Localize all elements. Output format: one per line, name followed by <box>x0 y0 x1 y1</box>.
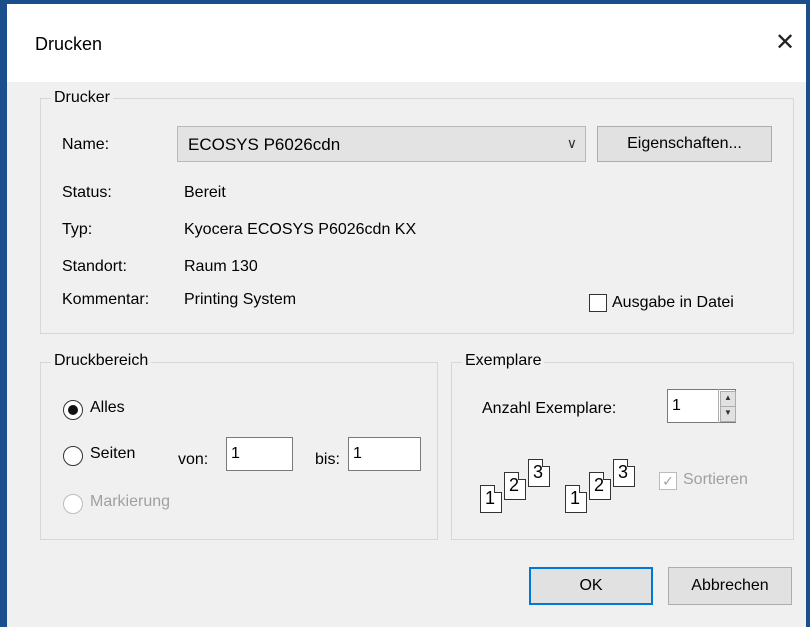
collate-page-icon: 2 <box>589 472 611 500</box>
window-frame-left <box>0 0 7 627</box>
spin-down-icon[interactable]: ▼ <box>720 406 736 422</box>
radio-selection[interactable] <box>63 494 83 514</box>
print-to-file-checkbox[interactable] <box>589 294 607 312</box>
location-value: Raum 130 <box>184 258 258 275</box>
radio-pages-label[interactable]: Seiten <box>90 445 135 463</box>
printer-group-legend: Drucker <box>51 89 114 107</box>
collate-page-icon: 3 <box>613 459 635 487</box>
print-range-legend: Druckbereich <box>51 352 152 370</box>
ok-button[interactable]: OK <box>529 567 653 605</box>
copies-spinner[interactable]: ▲ ▼ <box>718 389 736 423</box>
collate-page-icon: 2 <box>504 472 526 500</box>
to-label: bis: <box>315 451 340 468</box>
collate-checkbox[interactable]: ✓ <box>659 472 677 490</box>
properties-button[interactable]: Eigenschaften... <box>597 126 772 162</box>
comment-label: Kommentar: <box>62 291 150 308</box>
copies-legend: Exemplare <box>462 352 545 370</box>
status-label: Status: <box>62 184 112 201</box>
title-bar <box>7 4 806 82</box>
chevron-down-icon: ∨ <box>566 135 577 151</box>
collate-page-icon: 1 <box>480 485 502 513</box>
radio-pages[interactable] <box>63 446 83 466</box>
status-value: Bereit <box>184 184 226 201</box>
close-icon[interactable]: ✕ <box>770 28 800 58</box>
collate-page-icon: 3 <box>528 459 550 487</box>
printer-name-select[interactable]: ECOSYS P6026cdn ∨ <box>177 126 586 162</box>
collate-page-icon: 1 <box>565 485 587 513</box>
comment-value: Printing System <box>184 291 297 308</box>
radio-all[interactable] <box>63 400 83 420</box>
printer-name-value: ECOSYS P6026cdn <box>188 135 341 154</box>
copies-count-label: Anzahl Exemplare: <box>482 400 617 417</box>
location-label: Standort: <box>62 258 127 275</box>
copies-group <box>451 362 794 540</box>
type-value: Kyocera ECOSYS P6026cdn KX <box>184 221 417 238</box>
radio-selection-label: Markierung <box>90 493 171 510</box>
print-to-file-label[interactable]: Ausgabe in Datei <box>612 294 734 312</box>
collate-label: Sortieren <box>683 471 748 488</box>
spin-up-icon[interactable]: ▲ <box>720 391 736 407</box>
window-frame-right <box>806 0 810 627</box>
printer-name-label: Name: <box>62 136 110 153</box>
cancel-button[interactable]: Abbrechen <box>668 567 792 605</box>
dialog-title: Drucken <box>35 34 103 54</box>
from-label: von: <box>178 451 209 468</box>
from-page-input[interactable]: 1 <box>226 437 293 471</box>
type-label: Typ: <box>62 221 93 238</box>
radio-all-label[interactable]: Alles <box>90 399 125 417</box>
to-page-input[interactable]: 1 <box>348 437 421 471</box>
